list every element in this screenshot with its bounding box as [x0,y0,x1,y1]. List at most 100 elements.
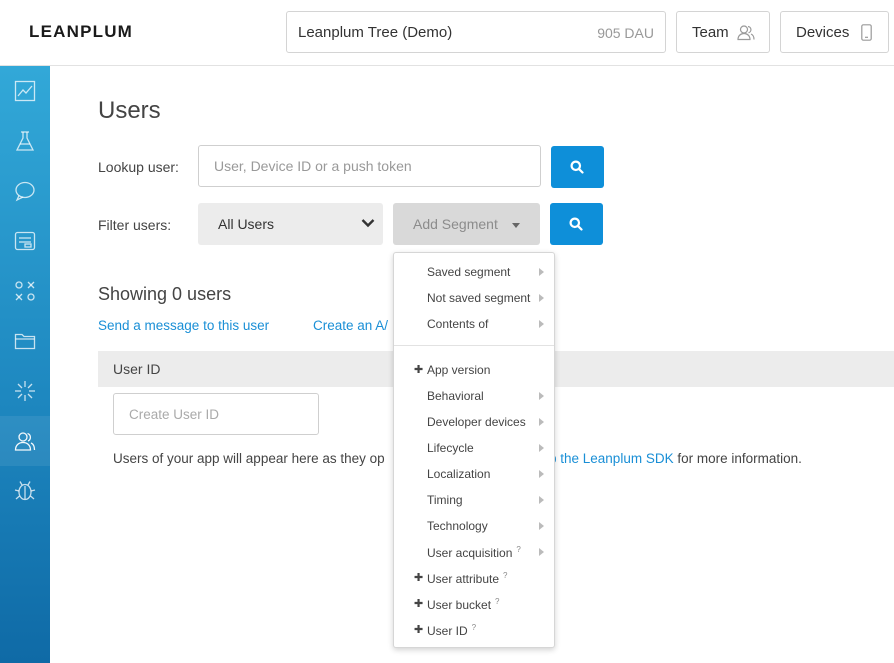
segment-option-label: App version [427,363,490,377]
create-user-id-input[interactable] [113,393,319,435]
segment-option-text: User bucket [427,598,492,612]
filter-users-value: All Users [218,216,275,232]
filter-users-label: Filter users: [98,217,172,233]
sidebar-item-ab-tests[interactable] [0,116,50,166]
segment-option-text: Localization [427,467,491,481]
chevron-right-icon [539,418,544,426]
top-header: LEANPLUM Leanplum Tree (Demo) 905 DAU Te… [0,0,894,66]
help-icon[interactable]: ? [516,545,520,554]
segment-option-label: User acquisition? [427,545,521,560]
segment-option-text: Technology [427,519,488,533]
search-icon [569,217,583,231]
create-ab-test-link[interactable]: Create an A/ [313,318,388,333]
segment-option-contents-of[interactable]: Contents of [394,311,554,337]
segment-option-localization[interactable]: Localization [394,461,554,487]
add-segment-dropdown: Saved segment Not saved segment Contents o… [393,252,555,648]
segment-option-user-id[interactable]: ✚ User ID? [394,617,554,643]
segment-option-user-acquisition[interactable]: User acquisition? [394,539,554,565]
add-segment-button[interactable]: Add Segment [393,203,540,245]
lookup-search-button[interactable] [551,146,604,188]
segment-option-text: Saved segment [427,265,511,279]
chevron-right-icon [539,496,544,504]
app-selector[interactable]: Leanplum Tree (Demo) 905 DAU [286,11,666,53]
segment-option-text: Not saved segment [427,291,531,305]
segment-option-technology[interactable]: Technology [394,513,554,539]
phone-icon [861,24,872,46]
chevron-right-icon [539,294,544,302]
plus-icon: ✚ [414,364,424,376]
send-message-link[interactable]: Send a message to this user [98,318,269,333]
segment-option-text: User ID [427,624,468,638]
segment-option-text: Timing [427,493,463,507]
help-icon[interactable]: ? [503,571,507,580]
chevron-right-icon [539,548,544,556]
sidebar-item-campaigns[interactable] [0,216,50,266]
chevron-right-icon [539,470,544,478]
filter-search-button[interactable] [550,203,603,245]
column-user-id: User ID [113,361,161,377]
help-icon[interactable]: ? [472,623,476,632]
devices-label: Devices [796,24,850,41]
search-icon [570,160,584,174]
info-text-suffix: for more information. [673,451,802,466]
flask-icon [15,131,35,151]
ab-test-icon [15,281,35,301]
sparkle-icon [15,381,35,401]
segment-option-label: Contents of [427,317,488,331]
segment-option-text: User attribute [427,572,500,586]
segment-option-text: Contents of [427,317,489,331]
add-segment-label: Add Segment [413,216,498,232]
users-icon [14,432,36,451]
team-button[interactable]: Team [676,11,770,53]
sidebar-item-variables[interactable] [0,266,50,316]
segment-option-label: User bucket? [427,597,499,612]
leanplum-sdk-link[interactable]: p the Leanplum SDK [549,451,674,466]
segment-option-label: Technology [427,519,488,533]
segment-option-label: Lifecycle [427,441,474,455]
sidebar-item-automation[interactable] [0,366,50,416]
segment-option-text: Lifecycle [427,441,474,455]
segment-option-text: Developer devices [427,415,526,429]
segment-option-app-version[interactable]: ✚ App version [394,357,554,383]
segment-option-label: Developer devices [427,415,526,429]
segment-option-behavioral[interactable]: Behavioral [394,383,554,409]
info-text-right: p the Leanplum SDK for more information. [549,451,802,466]
segment-option-label: Behavioral [427,389,484,403]
plus-icon: ✚ [414,572,424,584]
lookup-user-input[interactable] [198,145,541,187]
chat-bubble-icon [15,181,35,202]
sidebar-item-debug[interactable] [0,466,50,516]
showing-count: Showing 0 users [98,284,232,304]
segment-option-label: Timing [427,493,463,507]
sidebar [0,66,50,663]
segment-option-label: Saved segment [427,265,510,279]
devices-button[interactable]: Devices [780,11,889,53]
segment-option-saved-segment[interactable]: Saved segment [394,259,554,285]
segment-option-text: App version [427,363,491,377]
sidebar-item-users[interactable] [0,416,50,466]
segment-option-user-bucket[interactable]: ✚ User bucket? [394,591,554,617]
leanplum-logo[interactable]: LEANPLUM [29,22,133,42]
sidebar-item-messaging[interactable] [0,166,50,216]
segment-option-label: Localization [427,467,490,481]
filter-users-select[interactable]: All Users [198,203,383,245]
segment-option-not-saved-segment[interactable]: Not saved segment [394,285,554,311]
sidebar-item-resources[interactable] [0,316,50,366]
segment-option-timing[interactable]: Timing [394,487,554,513]
chart-icon [14,80,36,102]
segment-option-lifecycle[interactable]: Lifecycle [394,435,554,461]
lookup-user-label: Lookup user: [98,159,179,175]
dropdown-divider [394,345,554,346]
sidebar-item-analytics[interactable] [0,66,50,116]
dau-count: 905 DAU [597,25,654,41]
chevron-right-icon [539,268,544,276]
page-title: Users [98,97,161,124]
team-label: Team [692,24,729,41]
segment-option-text: User acquisition [427,546,513,560]
help-icon[interactable]: ? [495,597,499,606]
segment-option-label: User ID? [427,623,476,638]
plus-icon: ✚ [414,598,424,610]
segment-option-user-attribute[interactable]: ✚ User attribute? [394,565,554,591]
segment-option-developer-devices[interactable]: Developer devices [394,409,554,435]
app-name: Leanplum Tree (Demo) [298,24,453,41]
